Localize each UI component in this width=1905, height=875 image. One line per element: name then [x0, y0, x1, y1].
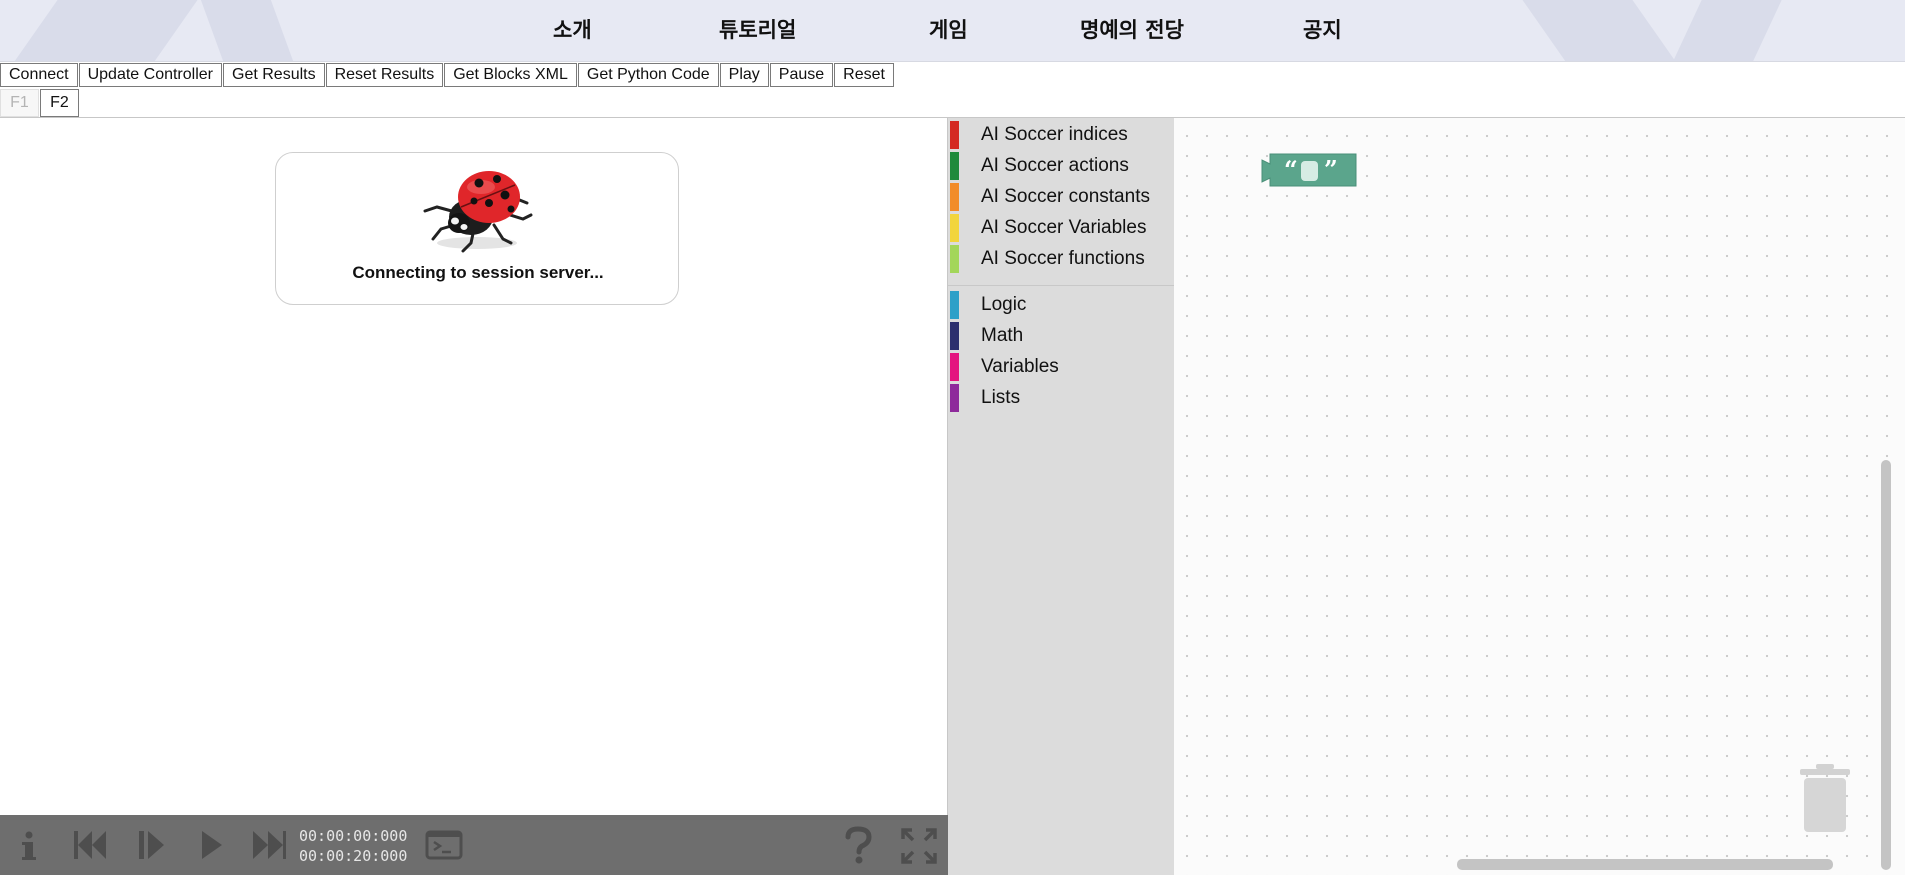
- get-results-button[interactable]: Get Results: [223, 63, 325, 87]
- connect-button[interactable]: Connect: [0, 63, 78, 87]
- category-color-bar: [950, 322, 959, 350]
- workspace-vertical-scrollbar[interactable]: [1881, 460, 1891, 870]
- toolbox-category-ai-soccer-functions[interactable]: AI Soccer functions: [948, 245, 1174, 273]
- category-color-bar: [950, 214, 959, 242]
- toolbox-category-lists[interactable]: Lists: [948, 384, 1174, 412]
- category-label: AI Soccer actions: [981, 155, 1129, 176]
- category-label: Variables: [981, 356, 1059, 377]
- ladybug-icon: [423, 171, 533, 253]
- blockly-workspace[interactable]: [1174, 118, 1905, 875]
- toolbox-category-logic[interactable]: Logic: [948, 291, 1174, 319]
- svg-text:“: “: [1284, 155, 1298, 184]
- toolbox-category-variables[interactable]: Variables: [948, 353, 1174, 381]
- toolbox-category-math[interactable]: Math: [948, 322, 1174, 350]
- blockly-toolbox: AI Soccer indices AI Soccer actions AI S…: [948, 118, 1174, 875]
- nav-item-tutorial[interactable]: 튜토리얼: [719, 14, 796, 44]
- tab-f2[interactable]: F2: [40, 89, 79, 117]
- category-label: AI Soccer functions: [981, 248, 1145, 269]
- category-label: AI Soccer Variables: [981, 217, 1147, 238]
- console-icon[interactable]: [425, 829, 463, 861]
- toolbox-category-ai-soccer-variables[interactable]: AI Soccer Variables: [948, 214, 1174, 242]
- category-color-bar: [950, 245, 959, 273]
- fast-forward-icon[interactable]: [251, 829, 287, 861]
- nav-item-game[interactable]: 게임: [929, 14, 968, 44]
- nav-item-notice[interactable]: 공지: [1303, 14, 1342, 44]
- category-color-bar: [950, 384, 959, 412]
- category-label: Logic: [981, 294, 1027, 315]
- get-blocks-xml-button[interactable]: Get Blocks XML: [444, 63, 577, 87]
- toolbox-category-ai-soccer-actions[interactable]: AI Soccer actions: [948, 152, 1174, 180]
- reset-button[interactable]: Reset: [834, 63, 894, 87]
- play-icon[interactable]: [199, 829, 225, 861]
- update-controller-button[interactable]: Update Controller: [78, 63, 222, 87]
- current-time: 00:00:00:000: [299, 827, 408, 845]
- category-label: AI Soccer constants: [981, 186, 1150, 207]
- reset-results-button[interactable]: Reset Results: [325, 63, 444, 87]
- skip-back-icon[interactable]: [72, 829, 108, 861]
- tab-f1[interactable]: F1: [0, 89, 39, 117]
- category-label: Lists: [981, 387, 1021, 408]
- player-bar: 00:00:00:000 00:00:20:000: [0, 815, 948, 875]
- connection-status-box: Connecting to session server...: [275, 152, 679, 305]
- category-color-bar: [950, 121, 959, 149]
- toolbox-category-ai-soccer-indices[interactable]: AI Soccer indices: [948, 121, 1174, 149]
- help-icon[interactable]: [843, 826, 873, 864]
- category-color-bar: [950, 353, 959, 381]
- get-python-code-button[interactable]: Get Python Code: [577, 63, 719, 87]
- category-color-bar: [950, 183, 959, 211]
- category-color-bar: [950, 152, 959, 180]
- fullscreen-icon[interactable]: [900, 827, 938, 865]
- category-label: AI Soccer indices: [981, 124, 1128, 145]
- play-button[interactable]: Play: [719, 63, 769, 87]
- toolbar: Connect Update Controller Get Results Re…: [0, 63, 895, 87]
- category-color-bar: [950, 291, 959, 319]
- field-tabs: F1 F2: [0, 89, 80, 117]
- workspace-horizontal-scrollbar[interactable]: [1457, 859, 1833, 870]
- nav-item-hall-of-fame[interactable]: 명예의 전당: [1080, 14, 1184, 44]
- trash-icon[interactable]: [1798, 762, 1852, 834]
- connection-status-text: Connecting to session server...: [352, 263, 604, 282]
- text-string-block-icon[interactable]: “ ”: [1260, 152, 1358, 188]
- step-icon[interactable]: [137, 829, 167, 861]
- top-navigation: 소개 튜토리얼 게임 명예의 전당 공지: [0, 0, 1905, 62]
- info-icon[interactable]: [18, 830, 40, 862]
- total-time: 00:00:20:000: [299, 847, 408, 865]
- simulator-panel: Connecting to session server... 00:00:00…: [0, 118, 948, 875]
- svg-text:”: ”: [1324, 155, 1338, 184]
- toolbox-separator: [948, 285, 1174, 286]
- category-label: Math: [981, 325, 1024, 346]
- nav-item-intro[interactable]: 소개: [553, 14, 592, 44]
- pause-button[interactable]: Pause: [769, 63, 834, 87]
- toolbox-category-ai-soccer-constants[interactable]: AI Soccer constants: [948, 183, 1174, 211]
